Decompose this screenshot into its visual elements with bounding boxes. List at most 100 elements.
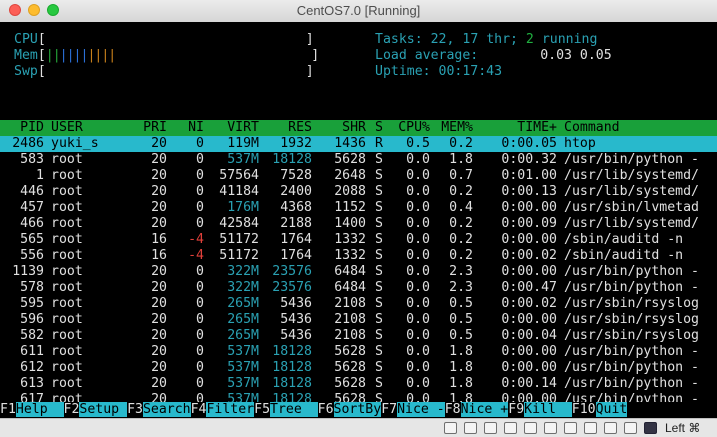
cell-pid: 612 (20, 360, 44, 375)
process-row[interactable]: 446 root 20 0 41184 2400 2088 S 0.0 0.2 0:00.13/us… (0, 184, 717, 200)
shared-folder-icon[interactable] (524, 422, 537, 434)
process-row[interactable]: 1 root 20 0 57564 7528 2648 S 0.0 0.7 0:01.00/usr/… (0, 168, 717, 184)
process-row[interactable]: 556 root 16 -4 51172 1764 1332 S 0.0 0.2 0:00.02/s… (0, 248, 717, 264)
process-row[interactable]: 595 root 20 0 265M 5436 2108 S 0.0 0.5 0:00.02/usr… (0, 296, 717, 312)
cell-res: 2400 (280, 184, 312, 199)
cell-pri: 20 (151, 168, 167, 183)
fkey-label-f9[interactable]: Kill (524, 402, 572, 417)
column-header-ni: NI (188, 120, 204, 135)
process-row[interactable]: 582 root 20 0 265M 5436 2108 S 0.0 0.5 0:00.04/usr… (0, 328, 717, 344)
display-icon[interactable] (564, 422, 577, 434)
cell-cpu: 0.0 (406, 168, 430, 183)
cell-pri: 20 (151, 264, 167, 279)
arrow-down-icon[interactable] (644, 422, 657, 434)
fkey-f10[interactable]: F10 (572, 402, 596, 417)
fkey-label-f10[interactable]: Quit (595, 402, 628, 417)
column-header-mem: MEM% (441, 120, 473, 135)
hard-disk-icon[interactable] (444, 422, 457, 434)
cell-virt: 57564 (219, 168, 259, 183)
cell-pri: 16 (151, 248, 167, 263)
process-row[interactable]: 611 root 20 0 537M 18128 5628 S 0.0 1.8 0:00.00/us… (0, 344, 717, 360)
cell-cpu: 0.0 (406, 200, 430, 215)
fkey-label-f5[interactable]: Tree (270, 402, 318, 417)
load-average: Load average: 0.03 0.05 (375, 48, 612, 63)
fkey-f9[interactable]: F9 (508, 402, 524, 417)
fkey-f3[interactable]: F3 (127, 402, 143, 417)
window-title: CentOS7.0 [Running] (296, 3, 421, 18)
process-row[interactable]: 565 root 16 -4 51172 1764 1332 S 0.0 0.2 0:00.00/s… (0, 232, 717, 248)
cell-res: 23576 (272, 280, 312, 295)
cell-cmd: /usr/bin/python - (564, 152, 699, 167)
fkey-f8[interactable]: F8 (445, 402, 461, 417)
cell-cmd: /usr/bin/python - (564, 264, 699, 279)
cell-virt: 176M (227, 200, 259, 215)
cell-cmd: /usr/lib/systemd/ (564, 168, 699, 183)
cell-shr: 1152 (334, 200, 366, 215)
cell-cmd: /usr/bin/python - (564, 280, 699, 295)
process-row[interactable]: 596 root 20 0 265M 5436 2108 S 0.0 0.5 0:00.00/usr… (0, 312, 717, 328)
cell-cpu: 0.0 (406, 344, 430, 359)
column-header-time: TIME+ (517, 120, 557, 135)
column-header-cpu: CPU% (398, 120, 430, 135)
fkey-f1[interactable]: F1 (0, 402, 16, 417)
cell-mem: 0.2 (449, 136, 473, 151)
cell-cpu: 0.0 (406, 312, 430, 327)
cell-cpu: 0.0 (406, 280, 430, 295)
usb-icon[interactable] (584, 422, 597, 434)
cell-shr: 1400 (334, 216, 366, 231)
process-row[interactable]: 578 root 20 0 322M 23576 6484 S 0.0 2.3 0:00.47/us… (0, 280, 717, 296)
cell-user: root (51, 264, 83, 279)
cell-res: 18128 (272, 344, 312, 359)
fkey-label-f1[interactable]: Help (15, 402, 64, 417)
cell-time: 0:00.05 (501, 136, 557, 151)
cell-shr: 5628 (334, 152, 366, 167)
cell-virt: 51172 (219, 232, 259, 247)
process-row[interactable]: 613 root 20 0 537M 18128 5628 S 0.0 1.8 0:00.14/us… (0, 376, 717, 392)
cell-cmd: /usr/lib/systemd/ (564, 184, 699, 199)
process-row[interactable]: 1139 root 20 0 322M 23576 6484 S 0.0 2.3 0:00.00/u… (0, 264, 717, 280)
process-list[interactable]: 583 root 20 0 537M 18128 5628 S 0.0 1.8 0:00.32/us… (0, 152, 717, 418)
cell-user: root (51, 360, 83, 375)
process-row[interactable]: 466 root 20 0 42584 2188 1400 S 0.0 0.2 0:00.09/us… (0, 216, 717, 232)
cell-ni: -4 (188, 232, 204, 247)
cell-time: 0:00.00 (501, 360, 557, 375)
cell-mem: 0.2 (449, 232, 473, 247)
cell-s: S (375, 184, 383, 199)
fkey-label-f6[interactable]: SortBy (333, 402, 382, 417)
fkey-label-f7[interactable]: Nice - (397, 402, 445, 417)
mouse-integration-icon[interactable] (624, 422, 637, 434)
host-key-label: Left ⌘ (665, 421, 701, 435)
optical-drive-icon[interactable] (464, 422, 477, 434)
process-row[interactable]: 612 root 20 0 537M 18128 5628 S 0.0 1.8 0:00.00/us… (0, 360, 717, 376)
process-table-header[interactable]: PID USER PRI NI VIRT RES SHR S CPU% MEM% TIME+ Comm… (0, 120, 717, 136)
fkey-label-f4[interactable]: Filter (206, 402, 255, 417)
fkey-f4[interactable]: F4 (191, 402, 207, 417)
fkey-label-f8[interactable]: Nice + (460, 402, 509, 417)
network-icon[interactable] (544, 422, 557, 434)
cell-pri: 20 (151, 184, 167, 199)
selected-process-row[interactable]: 2486 yuki_s 20 0 119M 1932 1436 R 0.5 0.2 0:00.05 h… (0, 136, 717, 152)
fkey-f5[interactable]: F5 (254, 402, 270, 417)
capture-icon[interactable] (604, 422, 617, 434)
terminal[interactable]: CPU[] Mem[||||||||||] Swp[] Tasks: 22, 1… (0, 22, 717, 418)
cell-res: 1932 (280, 136, 312, 151)
cell-cmd: /sbin/auditd -n (564, 248, 684, 263)
fkey-f7[interactable]: F7 (381, 402, 397, 417)
cell-shr: 2648 (334, 168, 366, 183)
cell-pid: 556 (20, 248, 44, 263)
process-row[interactable]: 457 root 20 0 176M 4368 1152 S 0.0 0.4 0:00.00/usr… (0, 200, 717, 216)
cell-cmd: /usr/bin/python - (564, 360, 699, 375)
cell-cmd: /sbin/auditd -n (564, 232, 684, 247)
cell-res: 5436 (280, 312, 312, 327)
cell-s: S (375, 376, 383, 391)
fkey-f6[interactable]: F6 (318, 402, 334, 417)
pen-icon[interactable] (504, 422, 517, 434)
fkey-f2[interactable]: F2 (64, 402, 80, 417)
fkey-label-f3[interactable]: Search (142, 402, 191, 417)
cell-s: S (375, 264, 383, 279)
cell-ni: 0 (196, 136, 204, 151)
audio-icon[interactable] (484, 422, 497, 434)
cell-time: 0:00.13 (501, 184, 557, 199)
process-row[interactable]: 583 root 20 0 537M 18128 5628 S 0.0 1.8 0:00.32/us… (0, 152, 717, 168)
fkey-label-f2[interactable]: Setup (79, 402, 128, 417)
